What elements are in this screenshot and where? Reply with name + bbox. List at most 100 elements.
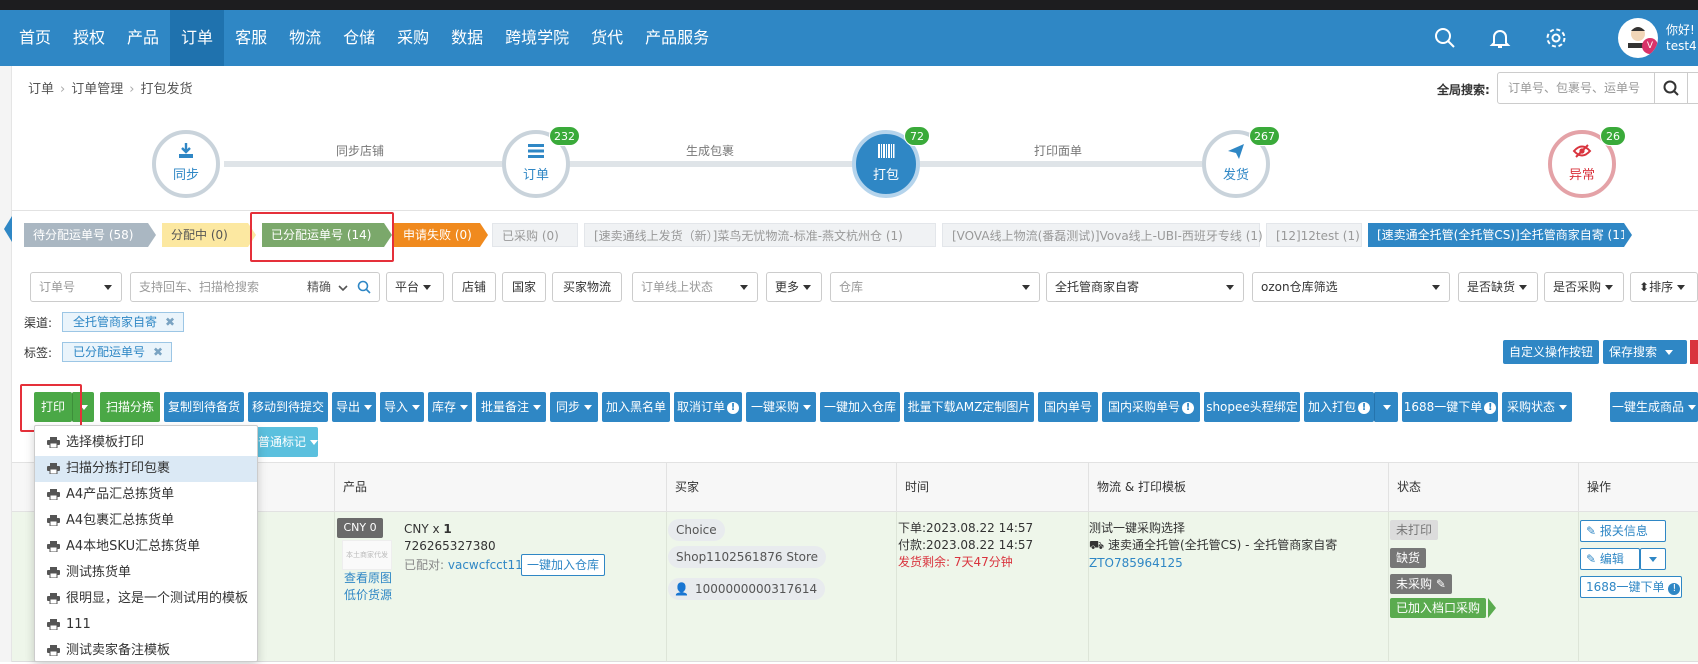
edit-dropdown-toggle[interactable] xyxy=(1640,548,1666,570)
menu-item-a4-product-summary[interactable]: A4产品汇总拣货单 xyxy=(35,482,257,508)
order-no-select[interactable]: 订单号 xyxy=(30,272,122,302)
menu-item-seller-note-template[interactable]: 测试卖家备注模板 xyxy=(35,638,257,664)
batch-note-dropdown[interactable]: 批量备注 xyxy=(476,392,546,422)
collapse-arrow-icon[interactable] xyxy=(4,216,12,242)
warehouse-select[interactable]: 仓库 xyxy=(830,272,1040,302)
copy-to-pending-button[interactable]: 复制到待备货 xyxy=(164,392,244,422)
generate-product-dropdown[interactable]: 一键生成商品 xyxy=(1610,392,1698,422)
nav-warehouse[interactable]: 仓储 xyxy=(332,10,386,66)
global-search-button[interactable] xyxy=(1654,72,1688,104)
export-dropdown[interactable]: 导出 xyxy=(332,392,376,422)
breadcrumb-order-management[interactable]: 订单管理 xyxy=(71,82,123,97)
shop-button[interactable]: 店铺 xyxy=(452,272,496,302)
purchase-status-dropdown[interactable]: 采购状态 xyxy=(1502,392,1572,422)
menu-item-test-template[interactable]: 很明显，这是一个测试用的模板 xyxy=(35,586,257,612)
menu-item-a4-package-summary[interactable]: A4包裹汇总拣货单 xyxy=(35,508,257,534)
menu-item-select-template[interactable]: 选择模板打印 xyxy=(35,430,257,456)
move-to-submit-button[interactable]: 移动到待提交 xyxy=(248,392,328,422)
search-icon[interactable] xyxy=(357,280,371,294)
import-dropdown[interactable]: 导入 xyxy=(380,392,424,422)
normal-mark-dropdown[interactable]: 普通标记 xyxy=(254,427,319,457)
blacklist-button[interactable]: 加入黑名单 xyxy=(602,392,670,422)
tab-aliexpress-full-managed[interactable]: [速卖通全托管(全托管CS)]全托管商家自寄 (11) xyxy=(1368,223,1632,247)
logistics-select[interactable]: 全托管商家自寄 xyxy=(1046,272,1244,302)
scan-sort-button[interactable]: 扫描分拣 xyxy=(100,392,160,422)
view-image-link[interactable]: 查看原图 xyxy=(344,570,392,586)
custom-action-button[interactable]: 自定义操作按钮 xyxy=(1503,340,1600,364)
nav-authorize[interactable]: 授权 xyxy=(62,10,116,66)
list-icon xyxy=(528,144,544,158)
breadcrumb-orders[interactable]: 订单 xyxy=(28,82,54,97)
domestic-purchase-no-button[interactable]: 国内采购单号! xyxy=(1102,392,1200,422)
more-dropdown[interactable]: 更多 xyxy=(766,272,822,302)
menu-item-111[interactable]: 111 xyxy=(35,612,257,638)
nav-product-service[interactable]: 产品服务 xyxy=(634,10,720,66)
buyer-id: 1000000000317614 xyxy=(694,582,818,596)
menu-item-scan-sort-print[interactable]: 扫描分拣打印包裹 xyxy=(35,456,257,482)
add-pack-button[interactable]: 加入打包! xyxy=(1304,392,1374,422)
nav-home[interactable]: 首页 xyxy=(8,10,62,66)
step-orders[interactable]: 订单 232 xyxy=(502,126,580,198)
menu-item-test-picklist[interactable]: 测试拣货单 xyxy=(35,560,257,586)
save-search-button[interactable]: 保存搜索 xyxy=(1603,340,1687,364)
menu-item-a4-local-sku[interactable]: A4本地SKU汇总拣货单 xyxy=(35,534,257,560)
step-pack[interactable]: 打包 72 xyxy=(852,126,930,198)
nav-data[interactable]: 数据 xyxy=(440,10,494,66)
buyer-logistics-button[interactable]: 买家物流 xyxy=(552,272,622,302)
close-icon[interactable]: ✖ xyxy=(153,343,163,361)
online-status-select[interactable]: 订单线上状态 xyxy=(632,272,758,302)
match-mode-select[interactable]: 精确 xyxy=(307,273,348,301)
out-of-stock-dropdown[interactable]: 是否缺货 xyxy=(1458,272,1538,302)
add-pack-dropdown-toggle[interactable] xyxy=(1374,392,1398,422)
add-to-warehouse-button[interactable]: 一键加入仓库 xyxy=(521,554,606,576)
red-edge-button[interactable] xyxy=(1690,340,1698,364)
edit-button[interactable]: ✎ 编辑 xyxy=(1580,548,1640,570)
domestic-no-button[interactable]: 国内单号 xyxy=(1038,392,1098,422)
step-sync[interactable]: 同步 xyxy=(152,130,220,198)
tab-apply-failed[interactable]: 申请失败 (0) xyxy=(394,223,488,247)
nav-service[interactable]: 客服 xyxy=(224,10,278,66)
step-ship[interactable]: 发货 267 xyxy=(1202,126,1280,198)
one-click-purchase-dropdown[interactable]: 一键采购 xyxy=(746,392,816,422)
purchased-dropdown[interactable]: 是否采购 xyxy=(1544,272,1624,302)
order-1688-button[interactable]: 1688一键下单! xyxy=(1402,392,1498,422)
cancel-order-button[interactable]: 取消订单! xyxy=(674,392,742,422)
tab-vova-ubi[interactable]: [VOVA线上物流(番磊测试)]Vova线上-UBI-西班牙专线 (1) xyxy=(942,223,1263,247)
product-thumbnail[interactable]: 本土商家代发 xyxy=(342,540,392,570)
one-click-warehouse-button[interactable]: 一键加入仓库 xyxy=(820,392,900,422)
step-exception[interactable]: 异常 26 xyxy=(1548,126,1626,198)
nav-logistics[interactable]: 物流 xyxy=(278,10,332,66)
low-price-link[interactable]: 低价货源 xyxy=(344,587,392,603)
paired-sku-link[interactable]: vacwcfcct113 xyxy=(448,558,531,572)
nav-forwarder[interactable]: 货代 xyxy=(580,10,634,66)
nav-products[interactable]: 产品 xyxy=(116,10,170,66)
platform-dropdown[interactable]: 平台 xyxy=(386,272,444,302)
tab-assigning[interactable]: 分配中 (0) xyxy=(162,223,256,247)
tab-aliexpress-cainiao[interactable]: [速卖通线上发货（新）]菜鸟无忧物流-标准-燕文杭州仓 (1) xyxy=(584,223,936,247)
nav-orders[interactable]: 订单 xyxy=(170,10,225,66)
tab-12test[interactable]: [12]12test (1) xyxy=(1266,223,1362,247)
bell-icon[interactable] xyxy=(1488,26,1512,50)
global-search-extra[interactable] xyxy=(1687,72,1698,104)
tab-purchased[interactable]: 已采购 (0) xyxy=(492,223,578,247)
gear-icon[interactable] xyxy=(1544,26,1568,50)
shopee-bind-button[interactable]: shopee头程绑定 xyxy=(1204,392,1300,422)
search-icon[interactable] xyxy=(1433,26,1457,50)
status-unpurchased[interactable]: 未采购 ✎ xyxy=(1390,574,1452,594)
sync-dropdown[interactable]: 同步 xyxy=(550,392,598,422)
order-search-input[interactable]: 支持回车、扫描枪搜索 精确 xyxy=(130,272,380,302)
tracking-link[interactable]: ZTO785964125 xyxy=(1089,555,1183,571)
customs-info-button[interactable]: ✎ 报关信息 xyxy=(1580,520,1666,542)
global-search-input[interactable]: 订单号、包裹号、运单号 xyxy=(1497,72,1655,104)
country-button[interactable]: 国家 xyxy=(502,272,546,302)
stock-dropdown[interactable]: 库存 xyxy=(428,392,472,422)
amz-download-button[interactable]: 批量下载AMZ定制图片 xyxy=(904,392,1034,422)
tab-pending-assign[interactable]: 待分配运单号 (58) xyxy=(24,223,156,247)
ozon-warehouse-select[interactable]: ozon仓库筛选 xyxy=(1252,272,1450,302)
nav-academy[interactable]: 跨境学院 xyxy=(494,10,580,66)
row-1688-order-button[interactable]: 1688一键下单 ! xyxy=(1580,576,1682,598)
close-icon[interactable]: ✖ xyxy=(165,313,175,331)
avatar[interactable]: V xyxy=(1618,18,1658,58)
nav-purchase[interactable]: 采购 xyxy=(386,10,440,66)
sort-dropdown[interactable]: ⬍排序 xyxy=(1630,272,1698,302)
